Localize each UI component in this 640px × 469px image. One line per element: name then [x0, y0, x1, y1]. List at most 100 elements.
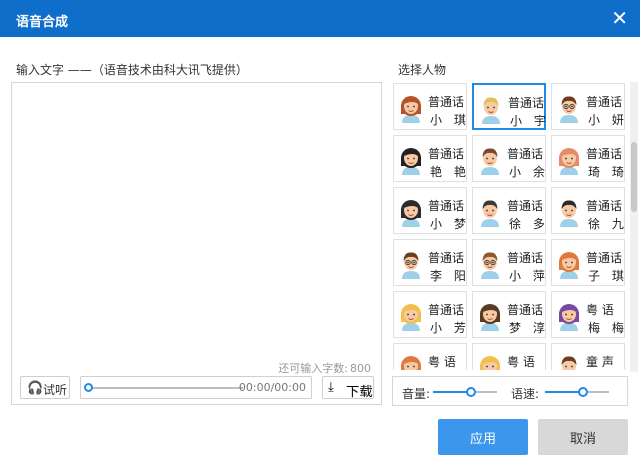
- voice-language: 普通话: [428, 251, 465, 265]
- avatar-icon: [560, 96, 578, 123]
- voice-tile[interactable]: 粤 语: [472, 343, 546, 370]
- progress-track[interactable]: [87, 387, 243, 389]
- voice-tile[interactable]: 童 声: [551, 343, 625, 370]
- avatar-icon: [559, 148, 579, 175]
- voice-tile[interactable]: 粤 语梅 梅: [551, 291, 625, 338]
- voice-tile[interactable]: 普通话徐 九: [551, 187, 625, 234]
- window-title: 语音合成: [16, 15, 69, 30]
- speed-track[interactable]: [545, 391, 609, 393]
- voice-name: 小 宇: [510, 114, 550, 128]
- voice-name: 琦 琦: [588, 165, 628, 179]
- voice-name: 小 妍: [588, 113, 628, 127]
- avatar-icon: [559, 252, 579, 279]
- avatar-icon: [401, 304, 421, 331]
- voice-language: 普通话: [586, 147, 623, 161]
- voice-language: 普通话: [507, 251, 544, 265]
- text-input-panel: 还可输入字数: 800 🎧 试听 00:00/00:00 ⤓ 下载: [11, 82, 382, 405]
- voice-name: 李 阳: [430, 269, 470, 283]
- voice-tile[interactable]: 普通话徐 多: [472, 187, 546, 234]
- avatar-icon: [480, 356, 500, 370]
- voice-name: 梅 梅: [588, 321, 628, 335]
- voice-tile[interactable]: 粤 语: [393, 343, 467, 370]
- voice-language: 普通话: [586, 251, 623, 265]
- cancel-button[interactable]: 取消: [538, 419, 628, 455]
- volume-track[interactable]: [433, 391, 497, 393]
- voice-tile[interactable]: 普通话小 芳: [393, 291, 467, 338]
- audio-settings: 音量: 语速:: [392, 376, 628, 406]
- voice-tile[interactable]: 普通话艳 艳: [393, 135, 467, 182]
- play-time: 00:00/00:00: [238, 381, 306, 394]
- voice-scrollbar[interactable]: [630, 82, 638, 372]
- voice-tile[interactable]: 普通话小 梦: [393, 187, 467, 234]
- avatar-icon: [559, 304, 579, 331]
- voice-language: 普通话: [428, 147, 465, 161]
- voice-language: 普通话: [507, 147, 544, 161]
- voice-tile[interactable]: 普通话小 余: [472, 135, 546, 182]
- voice-language: 粤 语: [586, 303, 614, 317]
- avatar-icon: [401, 148, 421, 175]
- scrollbar-thumb[interactable]: [631, 142, 637, 212]
- voice-language: 普通话: [428, 95, 465, 109]
- voice-name: 小 琪: [430, 113, 470, 127]
- headphones-icon: 🎧: [27, 380, 44, 395]
- avatar-icon: [481, 252, 499, 279]
- close-icon[interactable]: ✕: [611, 8, 628, 28]
- avatar-icon: [481, 200, 499, 227]
- voice-tile[interactable]: 普通话琦 琦: [551, 135, 625, 182]
- voice-name: 徐 多: [509, 217, 549, 231]
- input-label: 输入文字 ——（语音技术由科大讯飞提供）: [16, 63, 248, 77]
- voice-language: 普通话: [428, 303, 465, 317]
- voice-language: 普通话: [508, 96, 545, 110]
- avatar-icon: [401, 96, 421, 123]
- download-label: 下载: [346, 384, 373, 399]
- progress-knob[interactable]: [84, 383, 93, 392]
- voice-language: 童 声: [586, 355, 614, 369]
- voice-tile[interactable]: 普通话小 妍: [551, 83, 625, 130]
- download-icon: ⤓: [328, 379, 334, 394]
- voice-tile[interactable]: 普通话子 琪: [551, 239, 625, 286]
- voice-language: 粤 语: [428, 355, 456, 369]
- listen-button[interactable]: 🎧 试听: [20, 376, 70, 399]
- voice-name: 小 余: [509, 165, 549, 179]
- voice-tile[interactable]: 普通话李 阳: [393, 239, 467, 286]
- avatar-icon: [482, 97, 500, 124]
- voice-name: 艳 艳: [430, 165, 470, 179]
- voice-language: 粤 语: [507, 355, 535, 369]
- voice-tile[interactable]: 普通话梦 淳: [472, 291, 546, 338]
- remaining-chars: 还可输入字数: 800: [278, 360, 371, 376]
- voice-name: 徐 九: [588, 217, 628, 231]
- voice-list: 普通话小 琪普通话小 宇普通话小 妍普通话艳 艳普通话小 余普通话琦 琦普通话小…: [392, 82, 628, 370]
- listen-label: 试听: [43, 383, 68, 397]
- volume-knob[interactable]: [466, 387, 477, 397]
- remaining-count: 800: [350, 362, 371, 375]
- remaining-label: 还可输入字数:: [278, 362, 348, 375]
- voices-label: 选择人物: [398, 63, 447, 77]
- avatar-icon: [481, 148, 499, 175]
- avatar-icon: [561, 356, 577, 370]
- voice-name: 小 芳: [430, 321, 470, 335]
- voice-tile[interactable]: 普通话小 萍: [472, 239, 546, 286]
- voice-language: 普通话: [507, 303, 544, 317]
- voice-name: 梦 淳: [509, 321, 549, 335]
- speed-knob[interactable]: [578, 387, 589, 397]
- avatar-icon: [560, 200, 578, 227]
- voice-language: 普通话: [428, 199, 465, 213]
- speed-label: 语速:: [511, 387, 540, 401]
- title-bar: 语音合成 ✕: [0, 0, 640, 37]
- apply-button[interactable]: 应用: [438, 419, 528, 455]
- avatar-icon: [401, 356, 421, 370]
- voice-name: 小 梦: [430, 217, 470, 231]
- voice-name: 小 萍: [509, 269, 549, 283]
- voice-tile[interactable]: 普通话小 宇: [472, 83, 546, 130]
- avatar-icon: [401, 200, 421, 227]
- audio-player: 00:00/00:00: [80, 376, 312, 399]
- download-button[interactable]: ⤓ 下载: [322, 376, 374, 399]
- text-input[interactable]: [12, 83, 381, 353]
- voice-language: 普通话: [586, 95, 623, 109]
- voice-tile[interactable]: 普通话小 琪: [393, 83, 467, 130]
- avatar-icon: [480, 304, 500, 331]
- voice-language: 普通话: [586, 199, 623, 213]
- voice-name: 子 琪: [588, 269, 628, 283]
- avatar-icon: [402, 252, 420, 279]
- volume-label: 音量:: [402, 387, 431, 401]
